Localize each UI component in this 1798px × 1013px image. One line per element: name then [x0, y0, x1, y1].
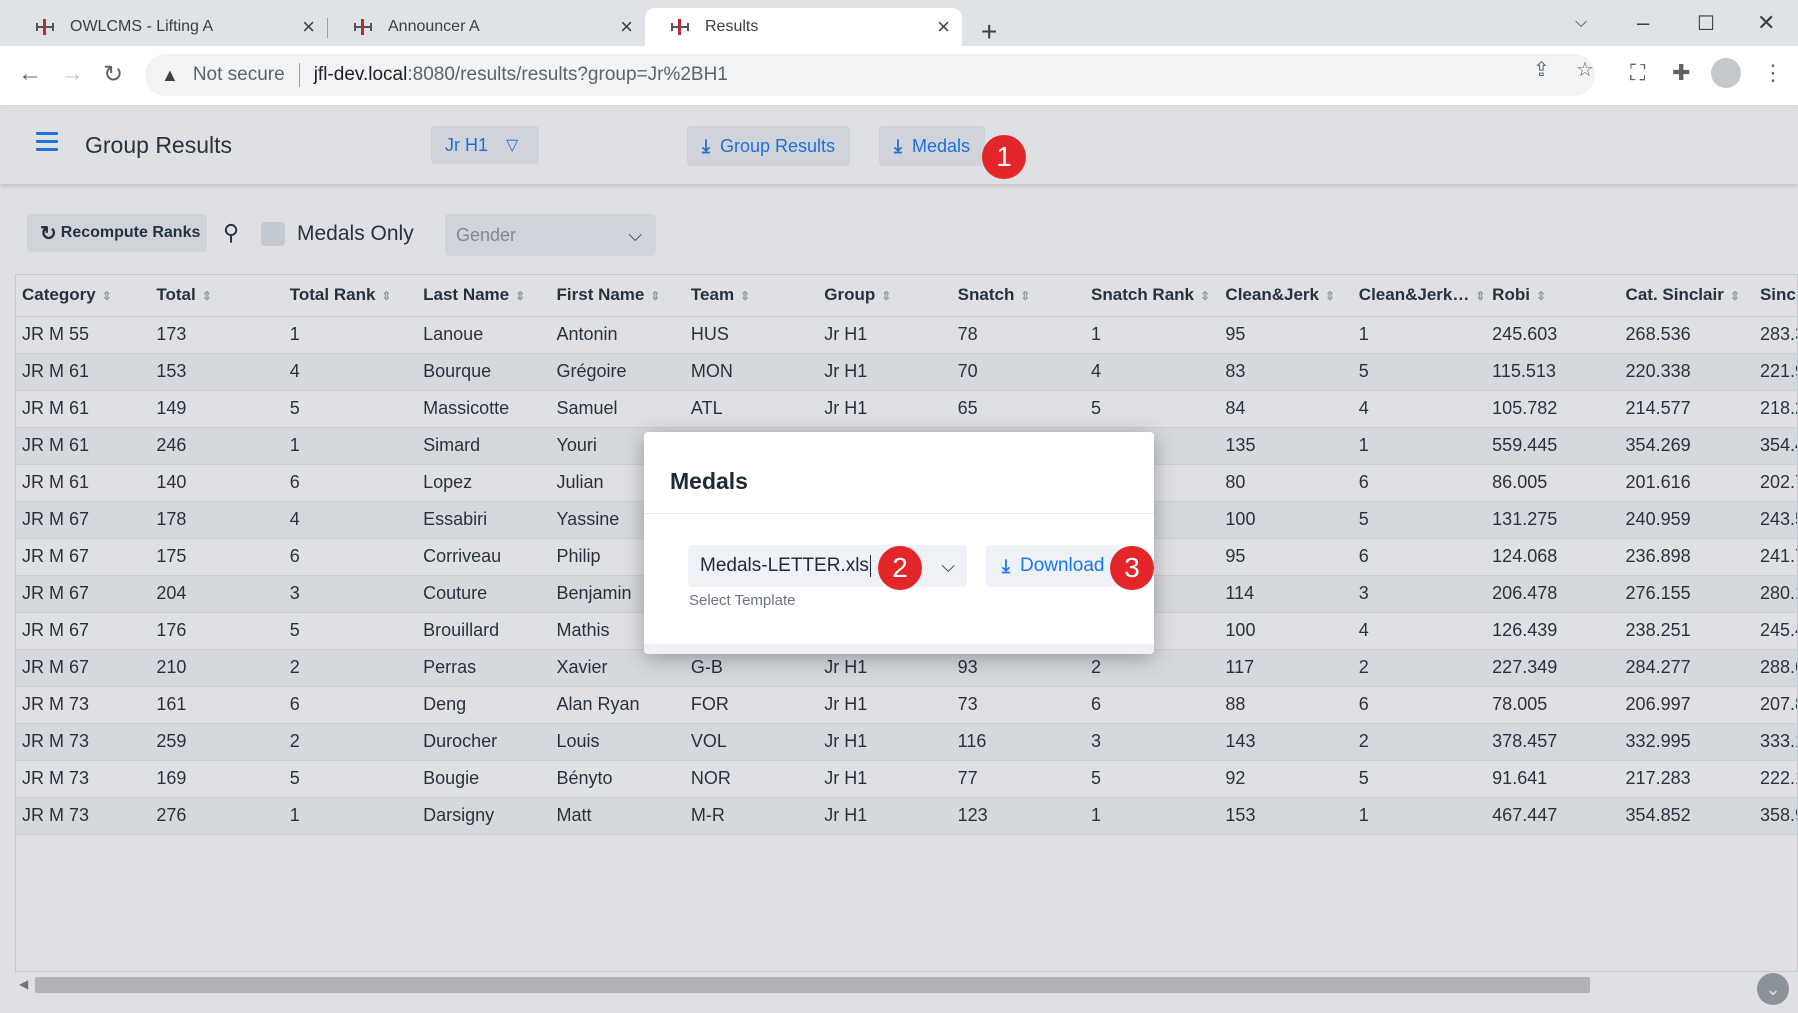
more-menu-icon[interactable]: ⋮	[1762, 60, 1784, 86]
tab-title: Results	[705, 18, 759, 35]
template-select[interactable]: Medals-LETTER.xls ⌵	[688, 545, 967, 587]
maximize-icon[interactable]: ☐	[1697, 11, 1715, 36]
screen-capture-icon[interactable]: ⛶	[1630, 60, 1645, 86]
new-tab-button[interactable]: +	[981, 18, 997, 46]
download-label: Download	[1019, 555, 1105, 576]
url-path: :8080/results/results?group=Jr%2BH1	[407, 64, 728, 85]
tab-results[interactable]: Results ×	[645, 8, 962, 46]
close-window-icon[interactable]: ✕	[1757, 10, 1775, 36]
forward-icon[interactable]: →	[60, 60, 84, 88]
warning-icon[interactable]: ▲	[161, 65, 179, 86]
step-badge-3: 3	[1110, 546, 1154, 590]
browser-tab-strip: OWLCMS - Lifting A × Announcer A × Resul…	[0, 0, 1798, 46]
medals-dialog: Medals Medals-LETTER.xls ⌵ Select Templa…	[644, 432, 1154, 654]
tab-title: OWLCMS - Lifting A	[70, 18, 214, 35]
chevron-down-icon[interactable]: ⌵	[941, 556, 955, 577]
share-icon[interactable]: ⇪	[1533, 57, 1550, 82]
address-bar[interactable]: ▲ Not secure jfl-dev.local :8080/results…	[145, 54, 1595, 96]
step-badge-2: 2	[878, 546, 922, 590]
dialog-download-button[interactable]: ⤓ Download	[986, 545, 1121, 587]
owlcms-favicon-icon	[671, 19, 689, 35]
url-host: jfl-dev.local	[313, 64, 408, 85]
tab-owlcms-lifting[interactable]: OWLCMS - Lifting A ×	[10, 8, 328, 46]
dialog-title: Medals	[670, 468, 748, 494]
step-badge-1: 1	[982, 135, 1026, 179]
profile-avatar[interactable]	[1711, 58, 1741, 88]
template-helper-text: Select Template	[689, 592, 796, 609]
tab-search-chevron-icon[interactable]: ⌵	[1575, 14, 1587, 32]
extensions-icon[interactable]: ✚	[1672, 60, 1690, 86]
tab-announcer[interactable]: Announcer A ×	[328, 8, 645, 46]
back-icon[interactable]: ←	[18, 60, 42, 88]
reload-icon[interactable]: ↻	[103, 60, 123, 89]
download-icon: ⤓	[1002, 555, 1010, 576]
owlcms-favicon-icon	[354, 19, 372, 35]
not-secure-label[interactable]: Not secure	[193, 64, 285, 86]
close-tab-icon[interactable]: ×	[937, 14, 950, 40]
owlcms-favicon-icon	[36, 19, 54, 35]
tab-title: Announcer A	[388, 18, 480, 35]
template-select-value: Medals-LETTER.xls	[700, 555, 869, 576]
close-tab-icon[interactable]: ×	[620, 14, 633, 40]
bookmark-star-icon[interactable]: ☆	[1576, 57, 1594, 82]
minimize-icon[interactable]: –	[1637, 10, 1649, 36]
browser-toolbar: ← → ↻ ▲ Not secure jfl-dev.local :8080/r…	[0, 46, 1798, 106]
close-tab-icon[interactable]: ×	[302, 14, 315, 40]
